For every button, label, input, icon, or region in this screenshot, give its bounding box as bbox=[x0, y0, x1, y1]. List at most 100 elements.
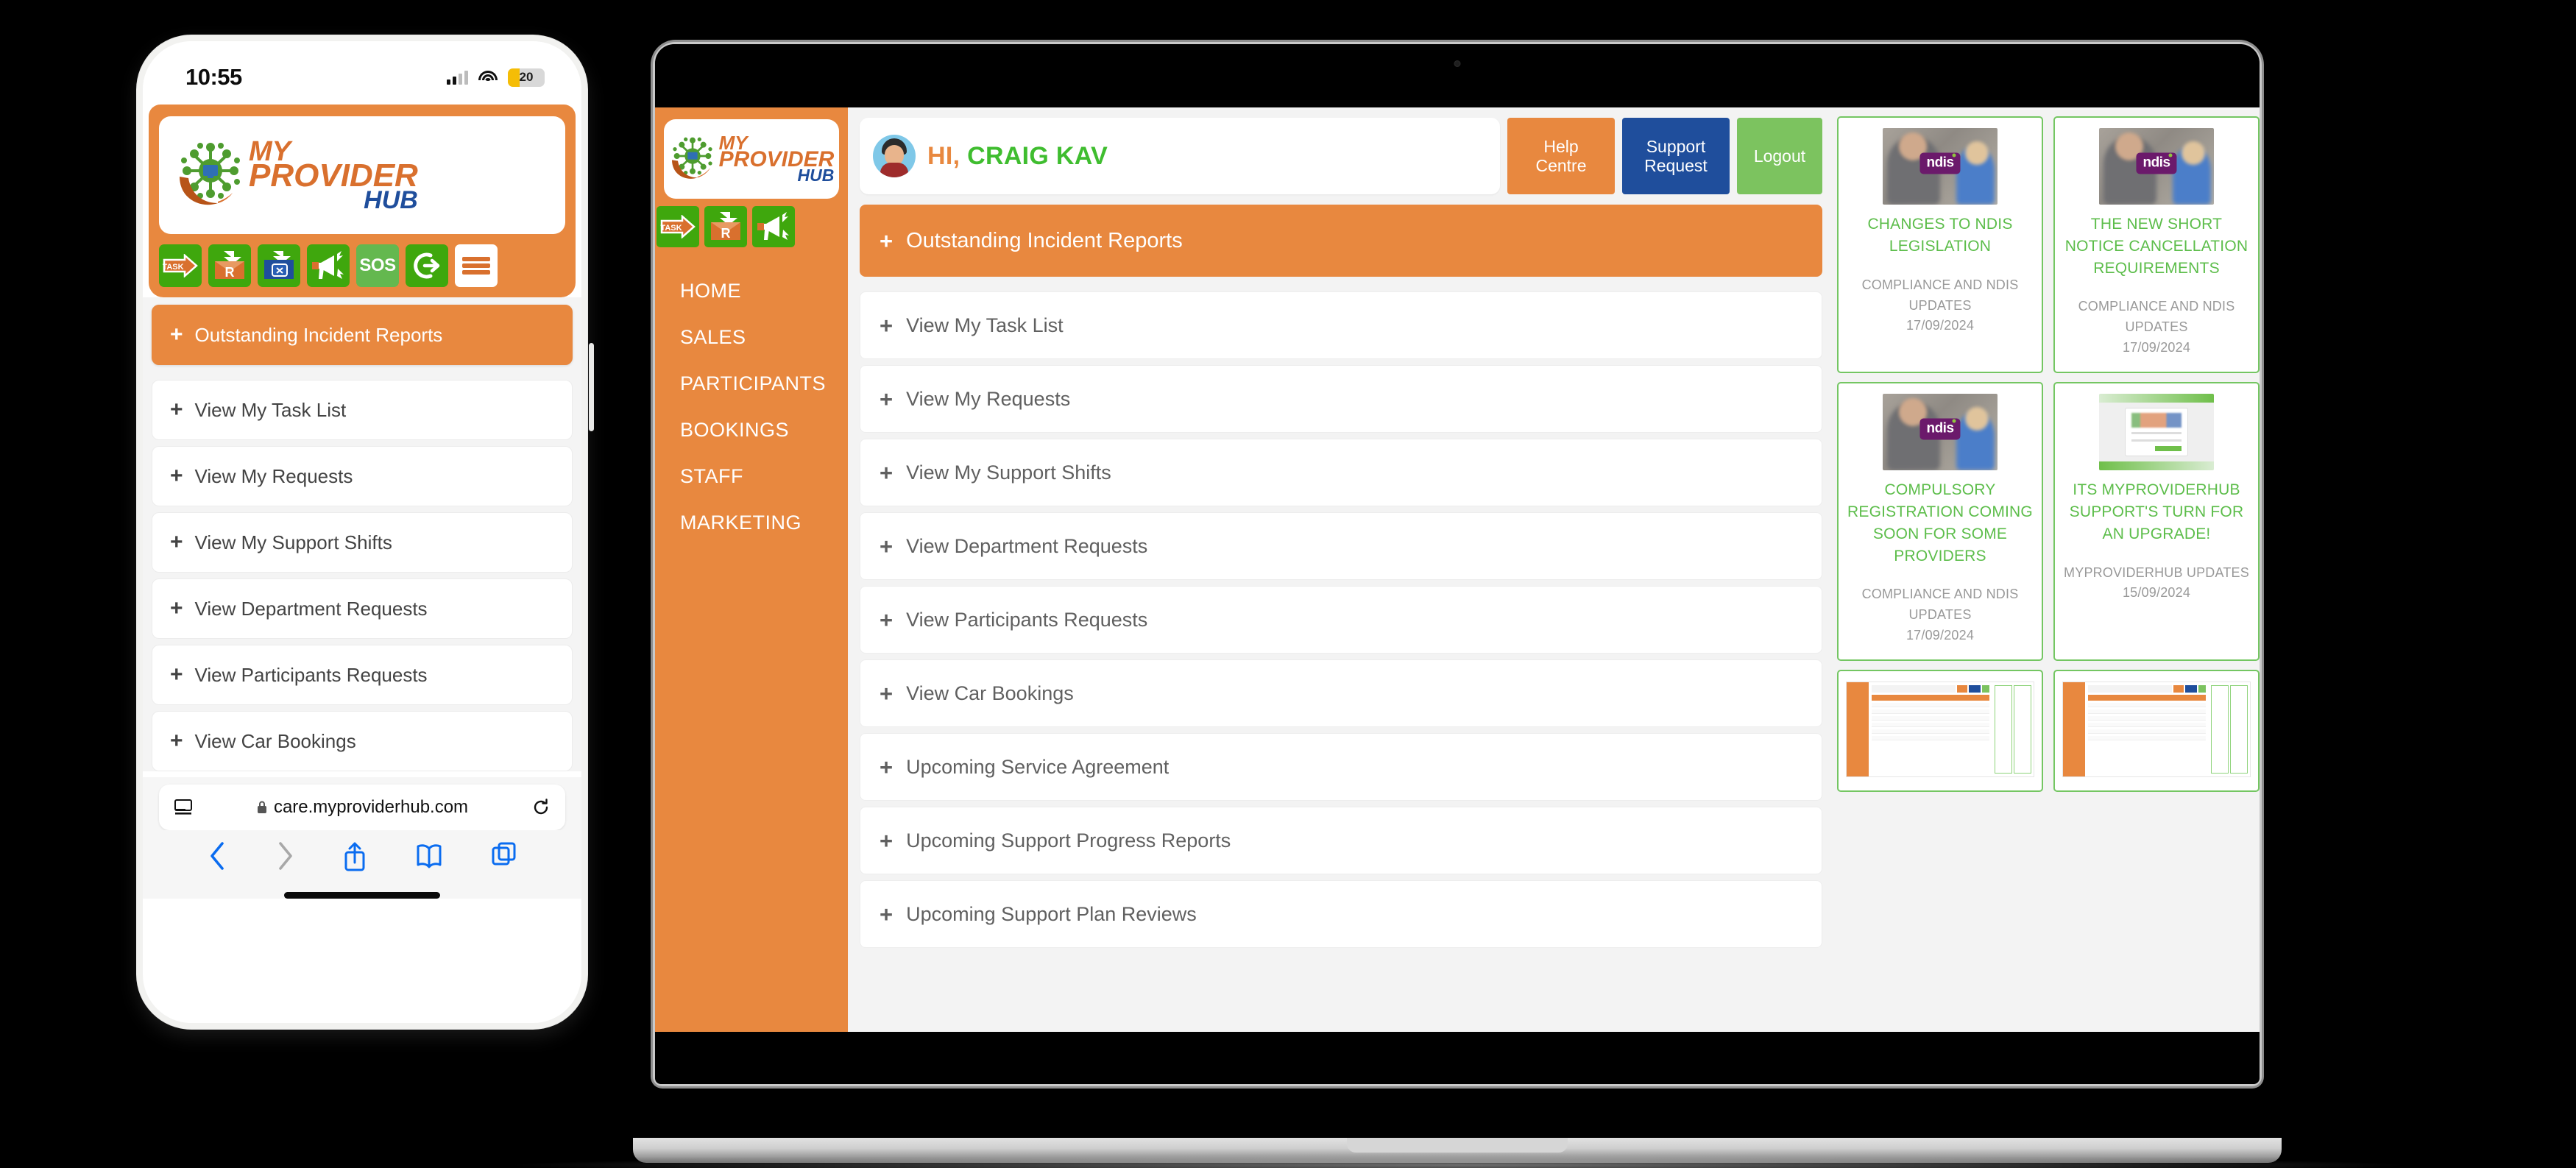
reload-icon[interactable] bbox=[531, 798, 551, 817]
accordion-label: View My Task List bbox=[906, 314, 1064, 336]
tabs-icon[interactable] bbox=[491, 840, 516, 871]
accordion-item-outstanding-incident-reports[interactable]: + Outstanding Incident Reports bbox=[860, 205, 1822, 277]
task-icon[interactable]: TASK bbox=[657, 206, 699, 247]
accordion-item-upcoming-support-progress-reports[interactable]: + Upcoming Support Progress Reports bbox=[860, 807, 1822, 874]
support-line-1: Support bbox=[1646, 136, 1706, 156]
user-chip[interactable]: HI, CRAIG KAV bbox=[860, 118, 1500, 194]
accordion-item-view-car-bookings[interactable]: + View Car Bookings bbox=[152, 711, 573, 771]
phone-browser-nav bbox=[159, 830, 565, 871]
accordion-item-view-my-requests[interactable]: + View My Requests bbox=[860, 365, 1822, 433]
announcement-megaphone-icon[interactable] bbox=[307, 244, 350, 287]
accordion-item-upcoming-support-plan-reviews[interactable]: + Upcoming Support Plan Reviews bbox=[860, 880, 1822, 948]
accordion-item-view-department-requests[interactable]: + View Department Requests bbox=[860, 512, 1822, 580]
dashboard-accordion: + Outstanding Incident Reports + View My… bbox=[860, 205, 1822, 948]
accordion-label: Outstanding Incident Reports bbox=[194, 323, 443, 346]
news-card[interactable] bbox=[1837, 670, 2043, 793]
brand-wordmark: MY PROVIDER HUB bbox=[719, 133, 835, 184]
sidebar-item-home[interactable]: HOME bbox=[655, 268, 848, 314]
help-centre-button[interactable]: Help Centre bbox=[1507, 118, 1615, 194]
accordion-item-view-department-requests[interactable]: + View Department Requests bbox=[152, 578, 573, 639]
sidebar-item-bookings[interactable]: BOOKINGS bbox=[655, 407, 848, 453]
laptop-screen: MY PROVIDER HUB TASK R HOME SALES PARTIC… bbox=[655, 107, 2260, 1032]
accordion-item-view-my-support-shifts[interactable]: + View My Support Shifts bbox=[860, 439, 1822, 506]
accordion-label: View My Requests bbox=[194, 464, 353, 487]
accordion-label: View Participants Requests bbox=[906, 608, 1148, 631]
news-card[interactable] bbox=[2053, 670, 2260, 793]
sidebar-logo-card[interactable]: MY PROVIDER HUB bbox=[664, 119, 839, 199]
logo-mark-icon bbox=[180, 143, 240, 205]
news-card[interactable]: ndis COMPULSORY REGISTRATION COMING SOON… bbox=[1837, 382, 2043, 662]
sidebar-item-marketing[interactable]: MARKETING bbox=[655, 500, 848, 546]
back-chevron-icon[interactable] bbox=[208, 840, 227, 871]
logout-button[interactable]: Logout bbox=[1737, 118, 1822, 194]
support-request-button[interactable]: Support Request bbox=[1622, 118, 1730, 194]
news-thumbnail: ndis bbox=[2099, 128, 2214, 205]
accordion-item-outstanding-incident-reports[interactable]: + Outstanding Incident Reports bbox=[152, 305, 573, 365]
news-card[interactable]: ndis CHANGES TO NDIS LEGISLATION COMPLIA… bbox=[1837, 116, 2043, 374]
phone-accordion-list: + Outstanding Incident Reports + View My… bbox=[143, 297, 581, 771]
svg-text:R: R bbox=[225, 265, 235, 280]
url-text-group: care.myproviderhub.com bbox=[256, 797, 468, 818]
news-category: COMPLIANCE AND NDIS UPDATES bbox=[1861, 587, 2019, 623]
sidebar-item-sales[interactable]: SALES bbox=[655, 314, 848, 361]
forward-chevron-icon[interactable] bbox=[275, 840, 294, 871]
share-icon[interactable] bbox=[342, 840, 367, 871]
address-bar[interactable]: care.myproviderhub.com bbox=[159, 785, 565, 830]
accordion-label: Upcoming Support Plan Reviews bbox=[906, 902, 1197, 925]
page-title: HI, CRAIG KAV bbox=[927, 142, 1108, 171]
accordion-label: View My Support Shifts bbox=[906, 461, 1111, 484]
sidebar-item-participants[interactable]: PARTICIPANTS bbox=[655, 361, 848, 407]
news-date: 15/09/2024 bbox=[2122, 585, 2191, 601]
sos-label: SOS bbox=[359, 255, 396, 275]
plus-icon: + bbox=[880, 227, 894, 254]
user-bar: HI, CRAIG KAV Help Centre Support Request bbox=[860, 118, 1822, 194]
plus-icon: + bbox=[170, 662, 183, 687]
plus-icon: + bbox=[170, 530, 183, 554]
reader-view-icon[interactable] bbox=[174, 799, 193, 816]
plus-icon: + bbox=[170, 397, 183, 422]
phone-logo-card: MY PROVIDER HUB bbox=[159, 116, 565, 234]
task-icon[interactable]: TASK bbox=[159, 244, 202, 287]
phone-header: MY PROVIDER HUB TASK R SOS bbox=[149, 105, 576, 297]
plus-icon: + bbox=[880, 901, 894, 927]
announcement-megaphone-icon[interactable] bbox=[752, 206, 795, 247]
support-request-icon[interactable] bbox=[258, 244, 300, 287]
plus-icon: + bbox=[880, 754, 894, 780]
sidebar-item-staff[interactable]: STAFF bbox=[655, 453, 848, 500]
news-date: 17/09/2024 bbox=[1906, 628, 1975, 643]
plus-icon: + bbox=[880, 680, 894, 707]
signal-bars-icon bbox=[447, 70, 468, 85]
accordion-item-view-participants-requests[interactable]: + View Participants Requests bbox=[860, 586, 1822, 654]
accordion-label: View My Support Shifts bbox=[194, 531, 392, 553]
request-mail-icon[interactable]: R bbox=[208, 244, 251, 287]
main-content: HI, CRAIG KAV Help Centre Support Request bbox=[848, 107, 1833, 1032]
logout-icon[interactable] bbox=[406, 244, 448, 287]
hamburger-menu-icon[interactable] bbox=[455, 244, 498, 287]
news-card[interactable]: ndis THE NEW SHORT NOTICE CANCELLATION R… bbox=[2053, 116, 2260, 374]
plus-icon: + bbox=[880, 386, 894, 412]
accordion-item-view-my-support-shifts[interactable]: + View My Support Shifts bbox=[152, 512, 573, 573]
accordion-label: View Department Requests bbox=[906, 534, 1148, 557]
lock-icon bbox=[257, 801, 266, 813]
accordion-item-upcoming-service-agreement[interactable]: + Upcoming Service Agreement bbox=[860, 733, 1822, 801]
accordion-item-view-my-task-list[interactable]: + View My Task List bbox=[860, 291, 1822, 359]
news-thumbnail bbox=[2062, 682, 2251, 778]
accordion-label: View Car Bookings bbox=[906, 682, 1074, 704]
news-card[interactable]: ITS MYPROVIDERHUB SUPPORT'S TURN FOR AN … bbox=[2053, 382, 2260, 662]
accordion-item-view-my-requests[interactable]: + View My Requests bbox=[152, 446, 573, 506]
news-date: 17/09/2024 bbox=[2122, 340, 2191, 355]
accordion-item-view-car-bookings[interactable]: + View Car Bookings bbox=[860, 659, 1822, 727]
battery-level: 20 bbox=[519, 70, 534, 84]
accordion-label: Upcoming Service Agreement bbox=[906, 755, 1170, 778]
app-sidebar: MY PROVIDER HUB TASK R HOME SALES PARTIC… bbox=[655, 107, 848, 1032]
accordion-item-view-participants-requests[interactable]: + View Participants Requests bbox=[152, 645, 573, 705]
brand-logo: MY PROVIDER HUB bbox=[175, 138, 418, 213]
sos-icon[interactable]: SOS bbox=[356, 244, 399, 287]
accordion-item-view-my-task-list[interactable]: + View My Task List bbox=[152, 380, 573, 440]
request-mail-icon[interactable]: R bbox=[704, 206, 747, 247]
phone-side-button[interactable] bbox=[589, 343, 594, 431]
accordion-label: Outstanding Incident Reports bbox=[906, 228, 1183, 252]
sidebar-quick-actions: TASK R bbox=[657, 206, 848, 247]
laptop-shadow bbox=[500, 1155, 2414, 1168]
bookmarks-book-icon[interactable] bbox=[415, 840, 443, 871]
